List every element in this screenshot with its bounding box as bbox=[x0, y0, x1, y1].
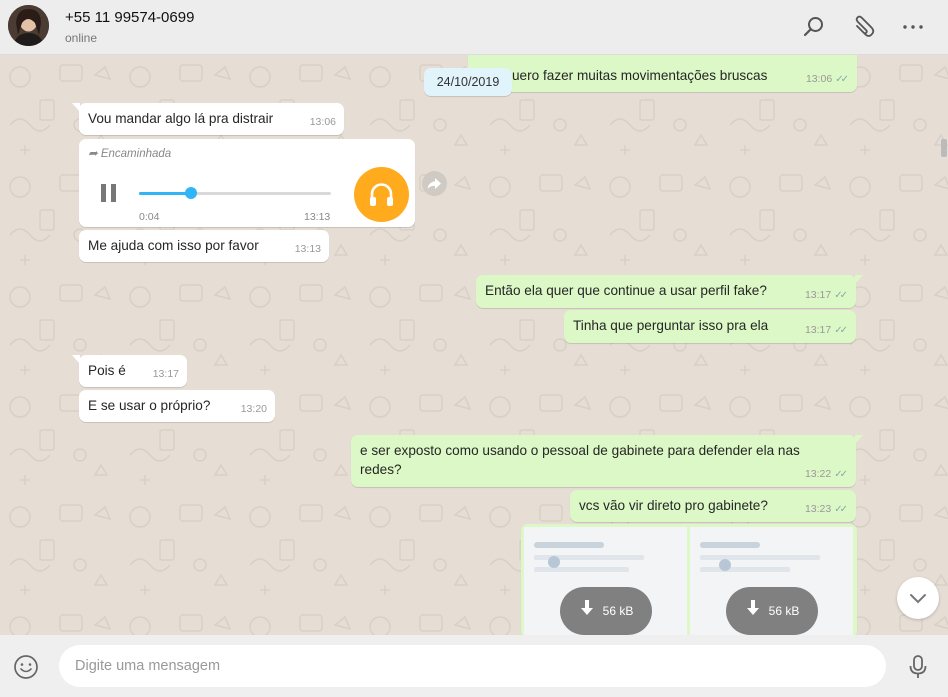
download-arrow-icon bbox=[579, 599, 595, 623]
chat-panel[interactable]: uero fazer muitas movimentações bruscas … bbox=[0, 55, 948, 635]
message-text: Tinha que perguntar isso pra ela bbox=[573, 318, 769, 333]
message-meta: 13:13 bbox=[295, 240, 321, 259]
message-text: vcs vão vir direto pro gabinete? bbox=[579, 498, 768, 513]
menu-icon[interactable] bbox=[900, 14, 926, 40]
message-bubble-outgoing[interactable]: e ser exposto como usando o pessoal de g… bbox=[351, 435, 863, 487]
message-time: 13:17 bbox=[804, 324, 832, 336]
file-size: 56 kB bbox=[602, 603, 634, 618]
file-size: 56 kB bbox=[768, 603, 800, 618]
message-time: 13:06 bbox=[309, 116, 336, 128]
read-ticks-icon: ✓✓ bbox=[834, 325, 848, 336]
chevron-down-icon bbox=[897, 594, 939, 623]
scrollbar-thumb[interactable] bbox=[941, 139, 947, 157]
audio-progress-fill bbox=[139, 192, 191, 195]
message-bubble-outgoing[interactable]: vcs vão vir direto pro gabinete? 13:23 ✓✓ bbox=[570, 490, 856, 522]
forward-arrow-icon: ➦ bbox=[88, 148, 101, 160]
message-meta: 13:06 bbox=[310, 113, 336, 132]
message-meta: 13:23 ✓✓ bbox=[805, 500, 848, 519]
search-icon[interactable] bbox=[801, 14, 827, 40]
message-text: Então ela quer que continue a usar perfi… bbox=[485, 283, 767, 298]
read-ticks-icon: ✓✓ bbox=[834, 290, 848, 301]
forward-button[interactable] bbox=[422, 171, 447, 196]
avatar[interactable] bbox=[8, 5, 49, 46]
bubble-tail bbox=[855, 275, 863, 284]
message-bubble-outgoing[interactable]: Tinha que perguntar isso pra ela 13:17 ✓✓ bbox=[564, 310, 856, 343]
message-text: e ser exposto como usando o pessoal de g… bbox=[360, 443, 800, 477]
bubble-tail bbox=[72, 355, 80, 364]
emoji-icon[interactable] bbox=[13, 654, 39, 680]
scroll-to-bottom-button[interactable] bbox=[897, 577, 939, 619]
message-text: Me ajuda com isso por favor bbox=[88, 238, 259, 253]
image-album[interactable]: 56 kB 56 kB bbox=[521, 524, 857, 635]
message-bubble-incoming[interactable]: E se usar o próprio? 13:20 bbox=[79, 390, 275, 422]
forwarded-text: Encaminhada bbox=[100, 148, 172, 160]
read-ticks-icon: ✓✓ bbox=[835, 74, 849, 85]
audio-progress-track[interactable] bbox=[139, 187, 331, 199]
pause-button[interactable] bbox=[101, 184, 119, 202]
bubble-tail bbox=[855, 435, 863, 444]
headphones-icon bbox=[354, 167, 409, 222]
message-time: 13:23 bbox=[804, 503, 832, 515]
scrollbar[interactable] bbox=[940, 55, 948, 635]
attach-icon[interactable] bbox=[850, 14, 876, 40]
message-meta: 13:20 bbox=[241, 400, 267, 419]
message-bubble-incoming[interactable]: Pois é 13:17 bbox=[72, 355, 187, 387]
message-text: E se usar o próprio? bbox=[88, 398, 211, 413]
download-arrow-icon bbox=[745, 599, 761, 623]
message-meta: 13:06 ✓✓ bbox=[806, 70, 849, 89]
message-bubble-incoming[interactable]: Me ajuda com isso por favor 13:13 bbox=[79, 230, 329, 262]
message-time: 13:13 bbox=[294, 243, 321, 255]
audio-time: 13:13 bbox=[304, 211, 331, 223]
message-time: 13:17 bbox=[804, 289, 832, 301]
microphone-icon[interactable] bbox=[906, 653, 930, 681]
message-bubble-outgoing[interactable]: uero fazer muitas movimentações bruscas … bbox=[468, 55, 857, 92]
bubble-tail bbox=[72, 103, 80, 112]
message-meta: 13:17 ✓✓ bbox=[805, 286, 848, 305]
date-chip: 24/10/2019 bbox=[424, 68, 512, 96]
message-bubble-outgoing[interactable]: Então ela quer que continue a usar perfi… bbox=[476, 275, 863, 308]
chat-header: +55 11 99574-0699 online bbox=[0, 0, 948, 55]
audio-elapsed: 0:04 bbox=[139, 211, 160, 223]
forwarded-label: ➦ Encaminhada bbox=[88, 146, 171, 160]
message-time: 13:22 bbox=[804, 468, 832, 480]
message-bubble-incoming[interactable]: Vou mandar algo lá pra distrair 13:06 bbox=[72, 103, 344, 135]
image-thumbnail[interactable]: 56 kB bbox=[690, 527, 853, 635]
image-thumbnail[interactable]: 56 kB bbox=[524, 527, 687, 635]
download-button[interactable]: 56 kB bbox=[726, 587, 818, 635]
message-meta: 13:22 ✓✓ bbox=[805, 465, 848, 484]
contact-name[interactable]: +55 11 99574-0699 bbox=[65, 9, 194, 26]
message-meta: 13:17 ✓✓ bbox=[805, 321, 848, 340]
audio-message[interactable]: ➦ Encaminhada 0:04 13:13 bbox=[79, 139, 415, 227]
message-text: uero fazer muitas movimentações bruscas bbox=[512, 68, 768, 83]
compose-bar bbox=[0, 635, 948, 697]
message-meta: 13:17 bbox=[153, 365, 179, 384]
audio-progress-handle[interactable] bbox=[184, 187, 197, 199]
message-time: 13:17 bbox=[152, 368, 179, 380]
message-text: Pois é bbox=[88, 363, 126, 378]
message-text: Vou mandar algo lá pra distrair bbox=[88, 111, 274, 126]
read-ticks-icon: ✓✓ bbox=[834, 469, 848, 480]
message-time: 13:20 bbox=[240, 403, 267, 415]
download-button[interactable]: 56 kB bbox=[560, 587, 652, 635]
read-ticks-icon: ✓✓ bbox=[834, 504, 848, 515]
message-time: 13:06 bbox=[805, 73, 833, 85]
contact-status: online bbox=[65, 31, 98, 45]
message-input[interactable] bbox=[59, 645, 886, 687]
